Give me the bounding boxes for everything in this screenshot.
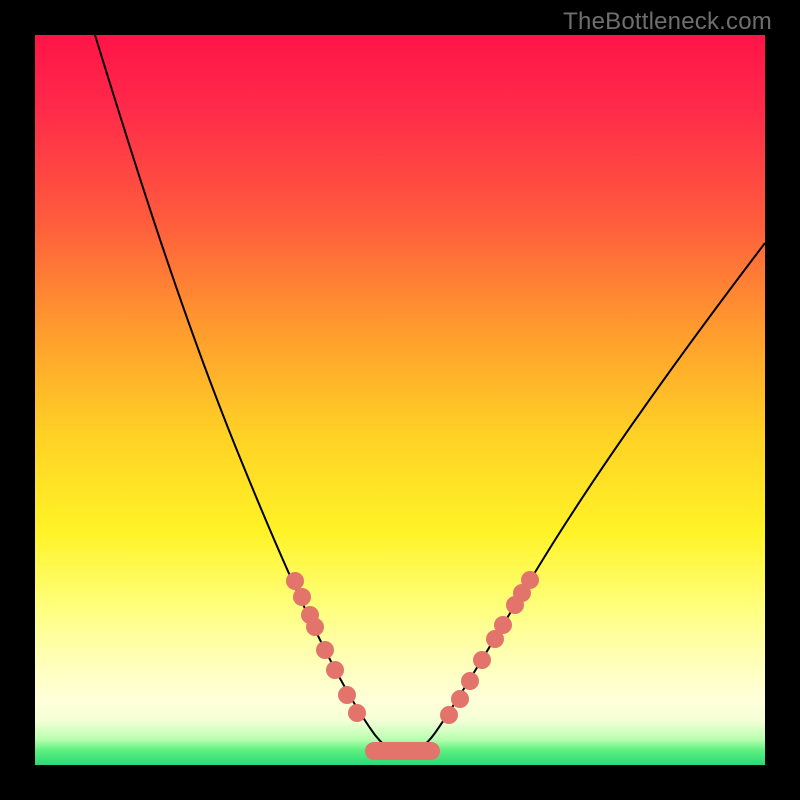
- marker-dot: [461, 672, 479, 690]
- watermark-text: TheBottleneck.com: [563, 8, 772, 36]
- marker-dot: [338, 686, 356, 704]
- marker-dot: [316, 641, 334, 659]
- marker-dot: [286, 572, 304, 590]
- marker-dot: [348, 704, 366, 722]
- marker-dot: [293, 588, 311, 606]
- plot-area: [35, 35, 765, 765]
- marker-dot: [494, 616, 512, 634]
- curve-svg: [35, 35, 765, 765]
- marker-dot: [440, 706, 458, 724]
- left-slope-dots: [286, 572, 366, 722]
- marker-dot: [326, 661, 344, 679]
- bottleneck-curve: [95, 35, 765, 753]
- valley-band: [365, 742, 440, 760]
- marker-dot: [473, 651, 491, 669]
- valley-band-rect: [365, 742, 440, 760]
- marker-dot: [451, 690, 469, 708]
- chart-frame: TheBottleneck.com: [0, 0, 800, 800]
- marker-dot: [306, 618, 324, 636]
- marker-dot: [521, 571, 539, 589]
